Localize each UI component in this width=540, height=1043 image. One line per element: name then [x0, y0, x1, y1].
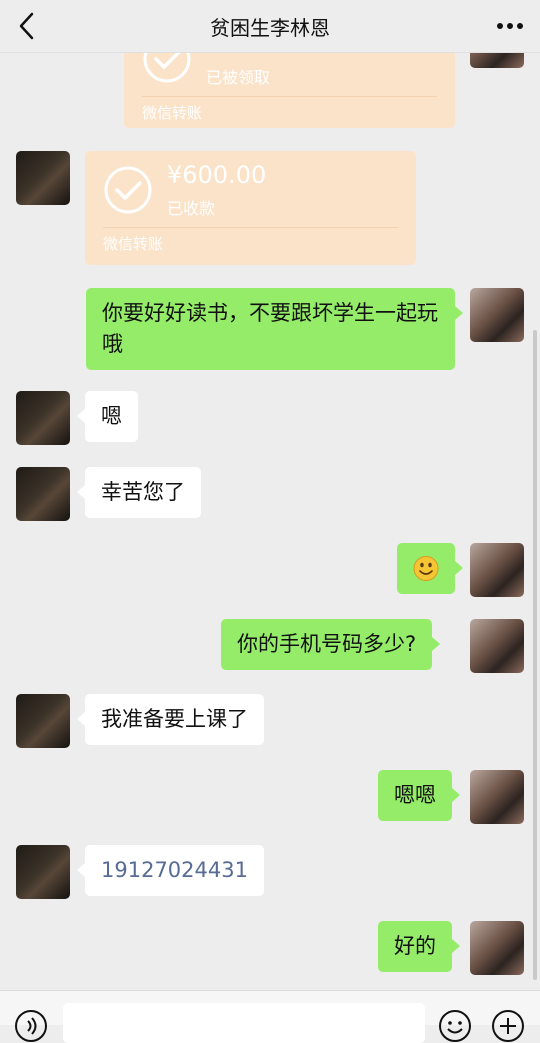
- chat-input-bar: [0, 990, 540, 1043]
- plus-icon[interactable]: [491, 1009, 525, 1043]
- transfer-status: 已收款: [167, 199, 216, 218]
- check-circle-icon: [104, 166, 152, 214]
- smile-emoji-icon: [413, 556, 439, 581]
- transfer-divider: [103, 227, 398, 228]
- my-avatar[interactable]: [470, 921, 524, 975]
- transfer-label: 微信转账: [103, 235, 164, 253]
- transfer-status: 已被领取: [206, 68, 271, 87]
- outgoing-emoji-bubble[interactable]: [397, 543, 463, 594]
- message-input[interactable]: [63, 1003, 425, 1043]
- outgoing-message-bubble[interactable]: 你要好好读书，不要跟坏学生一起玩哦: [86, 288, 463, 370]
- emoji-icon[interactable]: [438, 1009, 472, 1043]
- incoming-message-bubble[interactable]: 嗯: [77, 391, 138, 442]
- contact-avatar[interactable]: [16, 694, 70, 748]
- my-avatar[interactable]: [470, 770, 524, 824]
- more-dots-icon[interactable]: [490, 8, 530, 44]
- contact-avatar[interactable]: [16, 845, 70, 899]
- transfer-amount: ¥600.00: [167, 161, 267, 189]
- outgoing-message-bubble[interactable]: 你的手机号码多少?: [221, 619, 441, 670]
- outgoing-message-bubble[interactable]: 嗯嗯: [378, 770, 460, 821]
- my-avatar[interactable]: [470, 288, 524, 342]
- incoming-message-bubble[interactable]: 幸苦您了: [77, 467, 201, 518]
- chat-title: 贫困生李林恩: [210, 16, 330, 40]
- outgoing-message-bubble[interactable]: 好的: [378, 921, 460, 972]
- incoming-message-bubble[interactable]: 我准备要上课了: [77, 694, 264, 745]
- my-avatar[interactable]: [470, 619, 524, 673]
- incoming-phone-number-bubble[interactable]: 19127024431: [77, 845, 264, 896]
- contact-avatar[interactable]: [16, 467, 70, 521]
- my-avatar[interactable]: [470, 543, 524, 597]
- contact-avatar[interactable]: [16, 391, 70, 445]
- chat-header: 贫困生李林恩: [0, 0, 540, 53]
- contact-avatar[interactable]: [16, 151, 70, 205]
- scrollbar[interactable]: [533, 330, 537, 980]
- transfer-label: 微信转账: [142, 104, 203, 122]
- transfer-divider: [142, 96, 437, 97]
- voice-icon[interactable]: [14, 1009, 48, 1043]
- transfer-card-received[interactable]: ¥600.00 已收款 微信转账: [85, 151, 416, 265]
